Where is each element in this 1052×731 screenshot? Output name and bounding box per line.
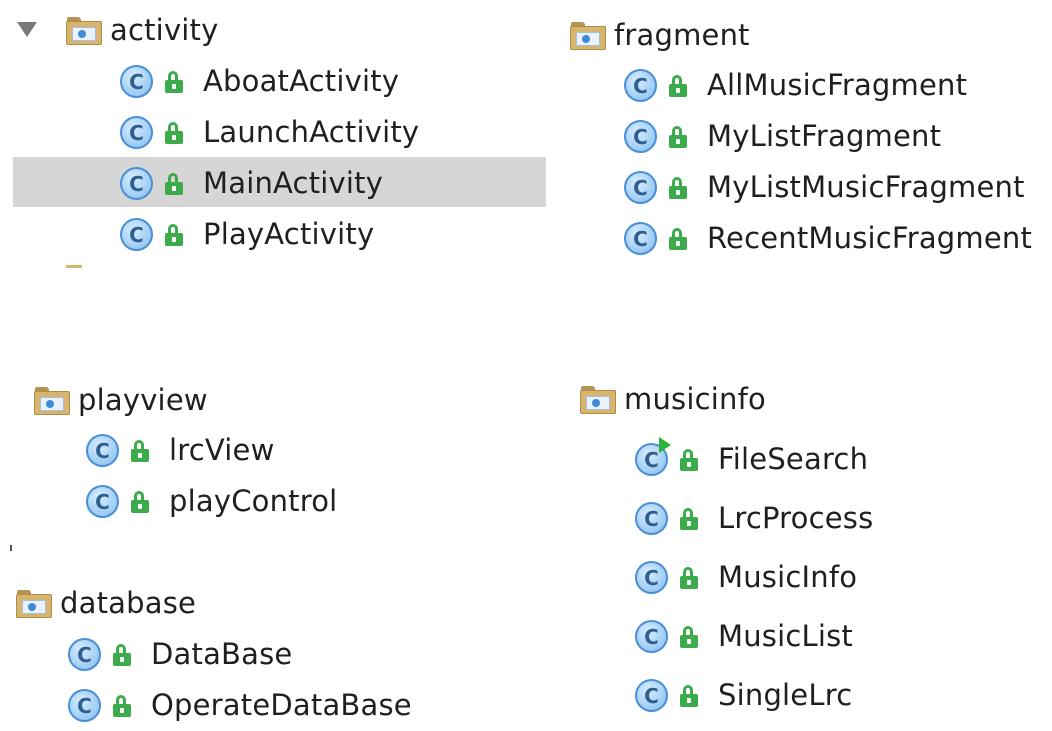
next-item-stub — [66, 265, 82, 268]
class-label: RecentMusicFragment — [707, 221, 1033, 255]
class-c-icon: C — [86, 434, 119, 467]
class-label: DataBase — [151, 637, 293, 671]
unlocked-public-icon — [165, 121, 183, 144]
class-row[interactable]: C AllMusicFragment — [624, 60, 967, 111]
class-label: MusicList — [718, 619, 854, 653]
package-folder-icon — [570, 21, 606, 50]
package-activity[interactable]: activity — [66, 5, 219, 56]
class-row[interactable]: C MusicList — [635, 611, 853, 662]
class-label: MusicInfo — [718, 560, 858, 594]
class-c-icon: C — [635, 502, 668, 535]
class-row[interactable]: C SingleLrc — [635, 670, 852, 721]
package-playview[interactable]: playview — [34, 375, 208, 426]
class-label: LaunchActivity — [203, 115, 420, 149]
unlocked-public-icon — [680, 625, 698, 648]
unlocked-public-icon — [680, 507, 698, 530]
unlocked-public-icon — [113, 643, 131, 666]
class-c-icon: C — [624, 69, 657, 102]
class-c-icon: C — [120, 65, 153, 98]
class-c-icon: C — [68, 689, 101, 722]
class-label: AboatActivity — [203, 64, 400, 98]
class-label: AllMusicFragment — [707, 68, 968, 102]
unlocked-public-icon — [131, 439, 149, 462]
class-label: MyListFragment — [707, 119, 942, 153]
class-row-selected[interactable]: C MainActivity — [120, 158, 383, 209]
class-row[interactable]: C RecentMusicFragment — [624, 213, 1032, 264]
unlocked-public-icon — [669, 125, 687, 148]
unlocked-public-icon — [669, 227, 687, 250]
expand-caret-icon[interactable] — [17, 22, 37, 37]
unlocked-public-icon — [165, 223, 183, 246]
class-row[interactable]: C playControl — [86, 476, 337, 527]
class-row[interactable]: C FileSearch — [635, 434, 868, 485]
package-label: activity — [110, 13, 219, 47]
class-c-icon: C — [624, 222, 657, 255]
class-row[interactable]: C LaunchActivity — [120, 107, 419, 158]
unlocked-public-icon — [165, 70, 183, 93]
unlocked-public-icon — [680, 448, 698, 471]
class-row[interactable]: C MusicInfo — [635, 552, 857, 603]
unlocked-public-icon — [131, 490, 149, 513]
class-c-icon: C — [624, 171, 657, 204]
unlocked-public-icon — [669, 176, 687, 199]
class-row[interactable]: C MyListFragment — [624, 111, 941, 162]
unlocked-public-icon — [680, 566, 698, 589]
stray-mark — [10, 545, 12, 551]
package-musicinfo[interactable]: musicinfo — [580, 374, 766, 425]
package-database[interactable]: database — [16, 578, 196, 629]
class-label: LrcProcess — [718, 501, 874, 535]
class-c-icon: C — [86, 485, 119, 518]
class-c-icon: C — [120, 218, 153, 251]
class-c-icon: C — [120, 116, 153, 149]
package-fragment[interactable]: fragment — [570, 10, 750, 61]
package-folder-icon — [580, 385, 616, 414]
package-folder-icon — [34, 386, 70, 415]
package-folder-icon — [66, 16, 102, 45]
class-row[interactable]: C AboatActivity — [120, 56, 399, 107]
class-label: OperateDataBase — [151, 688, 412, 722]
class-row[interactable]: C DataBase — [68, 629, 292, 680]
class-c-icon: C — [635, 679, 668, 712]
class-row[interactable]: C LrcProcess — [635, 493, 873, 544]
class-label: lrcView — [169, 433, 275, 467]
package-label: playview — [78, 383, 208, 417]
class-label: playControl — [169, 484, 338, 518]
class-row[interactable]: C OperateDataBase — [68, 680, 412, 731]
package-label: fragment — [614, 18, 750, 52]
class-c-icon: C — [635, 437, 671, 476]
package-label: musicinfo — [624, 382, 766, 416]
class-label: FileSearch — [718, 442, 869, 476]
class-c-icon: C — [68, 638, 101, 671]
unlocked-public-icon — [165, 172, 183, 195]
class-row[interactable]: C lrcView — [86, 425, 275, 476]
unlocked-public-icon — [669, 74, 687, 97]
unlocked-public-icon — [680, 684, 698, 707]
class-label: MyListMusicFragment — [707, 170, 1025, 204]
package-label: database — [60, 586, 197, 620]
class-label: PlayActivity — [203, 217, 375, 251]
run-arrow-icon — [659, 437, 671, 453]
class-c-icon: C — [624, 120, 657, 153]
class-c-icon: C — [635, 561, 668, 594]
class-row[interactable]: C MyListMusicFragment — [624, 162, 1025, 213]
class-label: MainActivity — [203, 166, 384, 200]
unlocked-public-icon — [113, 694, 131, 717]
class-label: SingleLrc — [718, 678, 853, 712]
package-folder-icon — [16, 589, 52, 618]
class-c-icon: C — [120, 167, 153, 200]
class-c-icon: C — [635, 620, 668, 653]
class-row[interactable]: C PlayActivity — [120, 209, 374, 260]
